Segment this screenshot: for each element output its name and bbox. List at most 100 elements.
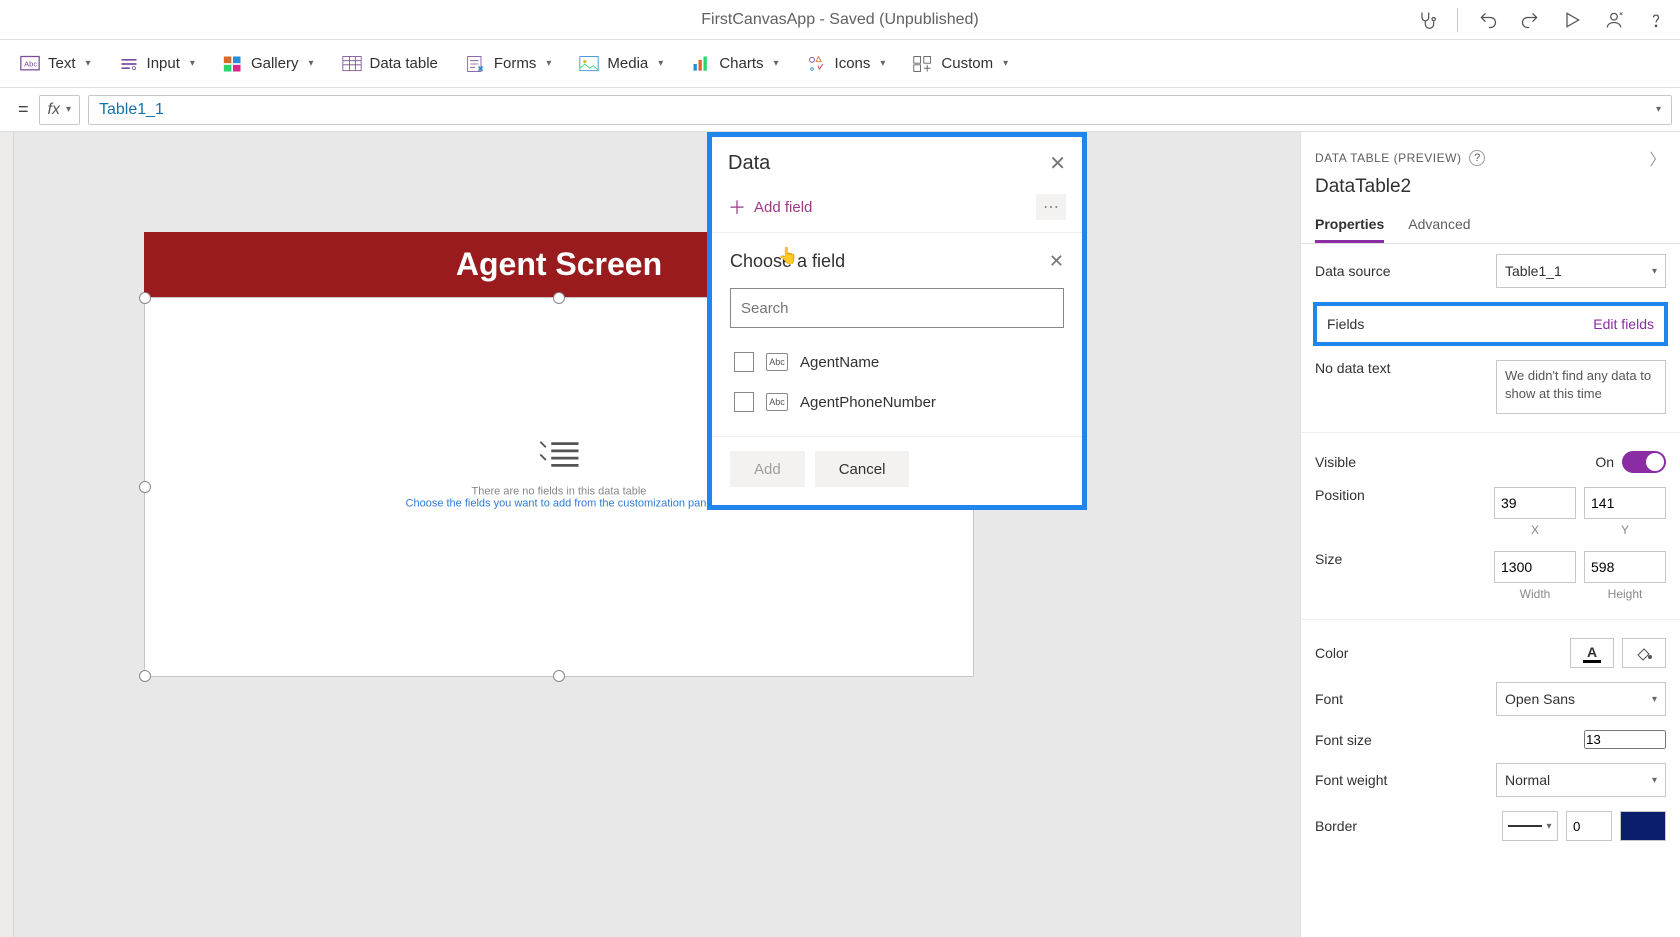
font-select[interactable]: Open Sans ▾ (1496, 682, 1666, 716)
width-label: Width (1494, 587, 1576, 601)
close-icon[interactable]: ✕ (1049, 251, 1064, 272)
resize-handle-icon[interactable] (139, 670, 151, 682)
formula-input[interactable]: Table1_1 ▾ (88, 95, 1672, 125)
chevron-down-icon: ▾ (546, 58, 551, 69)
chevron-down-icon: ▾ (880, 58, 885, 69)
border-width-input[interactable] (1566, 811, 1612, 841)
prop-label: Size (1315, 551, 1342, 567)
search-input[interactable] (730, 288, 1064, 328)
height-label: Height (1584, 587, 1666, 601)
ribbon-forms-label: Forms (494, 55, 537, 72)
undo-icon[interactable] (1476, 8, 1500, 32)
prop-label: Data source (1315, 263, 1390, 279)
play-icon[interactable] (1560, 8, 1584, 32)
ribbon-media-label: Media (607, 55, 648, 72)
fontweight-value: Normal (1505, 772, 1550, 788)
help-icon[interactable] (1644, 8, 1668, 32)
ribbon-text-label: Text (48, 55, 76, 72)
ribbon-charts[interactable]: Charts▾ (691, 55, 778, 73)
nodata-input[interactable]: We didn't find any data to show at this … (1496, 360, 1666, 414)
resize-handle-icon[interactable] (553, 292, 565, 304)
field-row[interactable]: Abc AgentPhoneNumber (730, 382, 1064, 422)
field-type-icon: Abc (766, 393, 788, 411)
prop-label: Visible (1315, 454, 1356, 470)
prop-label: Fields (1327, 316, 1364, 332)
resize-handle-icon[interactable] (553, 670, 565, 682)
chevron-down-icon: ▾ (1652, 266, 1657, 277)
chevron-down-icon: ▾ (1546, 821, 1551, 832)
pos-x-input[interactable] (1494, 487, 1576, 519)
help-icon[interactable]: ? (1469, 150, 1485, 166)
ribbon-media[interactable]: Media▾ (579, 55, 663, 73)
cursor-icon: 👆 (778, 246, 798, 266)
tab-advanced[interactable]: Advanced (1408, 208, 1470, 243)
separator (1301, 432, 1680, 433)
close-icon[interactable]: ✕ (1049, 151, 1066, 176)
fx-dropdown[interactable]: fx▾ (39, 95, 80, 125)
field-row[interactable]: Abc AgentName (730, 342, 1064, 382)
main-area: Agent Screen There are no fields in this… (0, 132, 1680, 937)
font-value: Open Sans (1505, 691, 1575, 707)
data-panel: Data ✕ ＋ Add field 👆 ⋯ Choose a field ✕ (707, 132, 1087, 510)
ribbon-forms[interactable]: Forms ▾ (466, 55, 552, 73)
left-rail[interactable] (0, 132, 14, 937)
ribbon-datatable-label: Data table (370, 55, 438, 72)
checkbox[interactable] (734, 352, 754, 372)
ribbon-custom[interactable]: Custom▾ (913, 55, 1008, 73)
resize-handle-icon[interactable] (139, 481, 151, 493)
ribbon-text[interactable]: AbcText▾ (20, 55, 91, 73)
border-color-button[interactable] (1620, 811, 1666, 841)
empty-line2[interactable]: Choose the fields you want to add from t… (406, 497, 713, 509)
checkbox[interactable] (734, 392, 754, 412)
add-field-button[interactable]: ＋ Add field 👆 (728, 194, 812, 220)
cancel-button[interactable]: Cancel (815, 451, 910, 487)
fontweight-select[interactable]: Normal ▾ (1496, 763, 1666, 797)
stethoscope-icon[interactable] (1415, 8, 1439, 32)
separator (1457, 8, 1458, 32)
fill-color-button[interactable] (1622, 638, 1666, 668)
ribbon-icons-label: Icons (835, 55, 871, 72)
visible-toggle[interactable] (1622, 451, 1666, 473)
person-icon[interactable] (1602, 8, 1626, 32)
data-panel-title: Data (728, 152, 770, 175)
prop-label: Color (1315, 645, 1348, 661)
prop-fields: Fields Edit fields (1313, 302, 1668, 346)
ribbon-datatable[interactable]: Data table (342, 55, 438, 73)
font-color-button[interactable]: A (1570, 638, 1614, 668)
ribbon-icons[interactable]: Icons ▾ (807, 55, 886, 73)
prop-fontsize: Font size (1315, 730, 1666, 749)
datatable-empty-state: There are no fields in this data table C… (406, 434, 713, 509)
edit-fields-link[interactable]: Edit fields (1593, 316, 1654, 332)
more-options-icon[interactable]: ⋯ (1036, 194, 1066, 220)
expand-icon[interactable]: 〉 (1649, 146, 1666, 170)
canvas-area[interactable]: Agent Screen There are no fields in this… (14, 132, 1300, 937)
prop-label: Border (1315, 818, 1357, 834)
ribbon-gallery[interactable]: Gallery▾ (223, 55, 314, 73)
resize-handle-icon[interactable] (139, 292, 151, 304)
field-name: AgentName (800, 354, 879, 371)
tab-properties[interactable]: Properties (1315, 208, 1384, 243)
plus-icon: ＋ (728, 194, 746, 220)
prop-fontweight: Font weight Normal ▾ (1315, 763, 1666, 797)
width-input[interactable] (1494, 551, 1576, 583)
border-style-select[interactable]: ▾ (1502, 811, 1558, 841)
prop-datasource: Data source Table1_1 ▾ (1315, 254, 1666, 288)
chevron-down-icon: ▾ (1656, 104, 1661, 115)
height-input[interactable] (1584, 551, 1666, 583)
prop-color: Color A (1315, 638, 1666, 668)
add-field-label: Add field (754, 199, 812, 216)
datasource-select[interactable]: Table1_1 ▾ (1496, 254, 1666, 288)
redo-icon[interactable] (1518, 8, 1542, 32)
chevron-down-icon: ▾ (1003, 58, 1008, 69)
prop-label: No data text (1315, 360, 1391, 376)
ribbon-input[interactable]: Input▾ (119, 55, 195, 73)
prop-font: Font Open Sans ▾ (1315, 682, 1666, 716)
fontsize-input[interactable] (1584, 730, 1666, 749)
field-search[interactable] (730, 288, 1064, 328)
chevron-down-icon: ▾ (66, 104, 71, 115)
pos-y-input[interactable] (1584, 487, 1666, 519)
formula-bar: = fx▾ Table1_1 ▾ (0, 88, 1680, 132)
control-name: DataTable2 (1301, 174, 1680, 208)
add-button[interactable]: Add (730, 451, 805, 487)
insert-ribbon: AbcText▾ Input▾ Gallery▾ Data table Form… (0, 40, 1680, 88)
